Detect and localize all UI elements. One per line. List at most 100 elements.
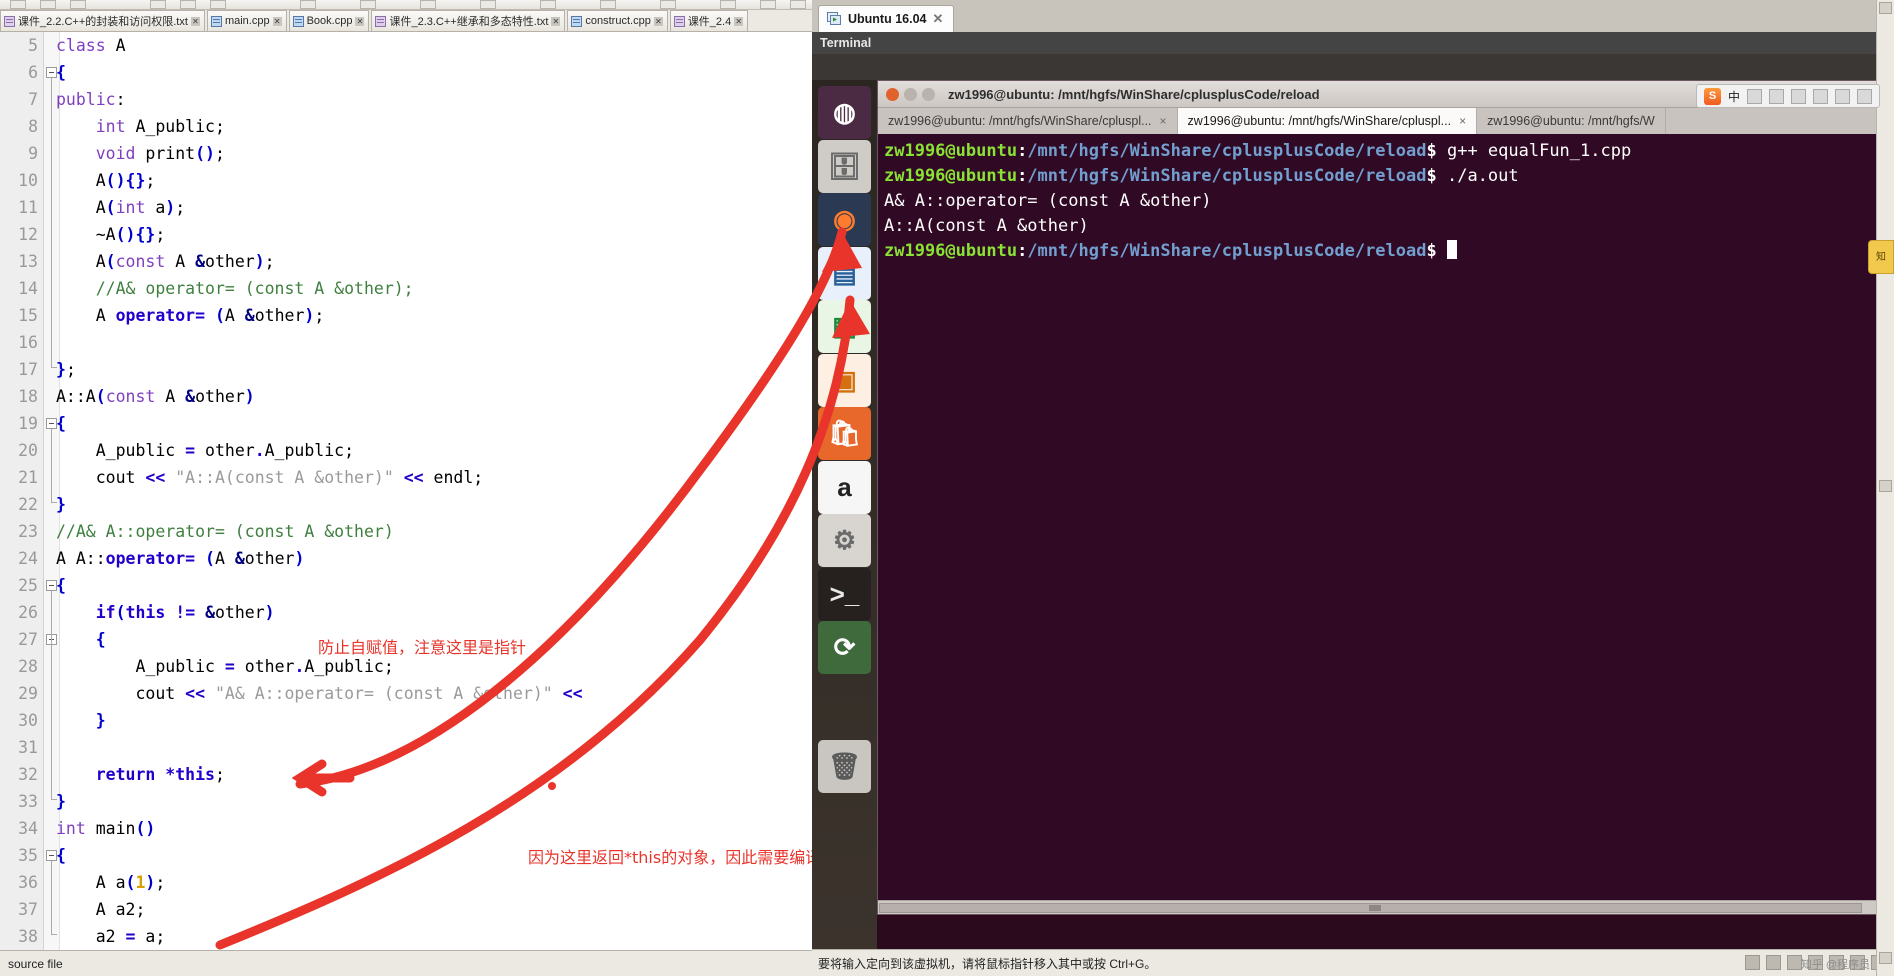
- code-line[interactable]: 37 A a2;: [0, 896, 812, 923]
- code-line[interactable]: 22}: [0, 491, 812, 518]
- hard-disk-icon[interactable]: [1745, 955, 1760, 970]
- editor-tab-bar[interactable]: 课件_2.2.C++的封装和访问权限.txt ✕ main.cpp ✕ Book.cpp…: [0, 10, 812, 32]
- software-updater-icon[interactable]: ⟳: [818, 621, 871, 674]
- code-line[interactable]: 15 A operator= (A &other);: [0, 302, 812, 329]
- code-line[interactable]: 33}: [0, 788, 812, 815]
- editor-tab-3[interactable]: 课件_2.3.C++继承和多态特性.txt ✕: [371, 10, 566, 31]
- ime-mode-label[interactable]: 中: [1728, 88, 1740, 105]
- editor-tab-close-icon[interactable]: ✕: [190, 16, 200, 26]
- toolbar-button-3[interactable]: [150, 0, 166, 9]
- firefox-icon[interactable]: ◉: [818, 193, 871, 246]
- toolbar-button-8[interactable]: [420, 0, 436, 9]
- host-right-scrollbar[interactable]: [1876, 0, 1894, 976]
- terminal-output[interactable]: zw1996@ubuntu:/mnt/hgfs/WinShare/cpluspl…: [878, 134, 1881, 900]
- ime-emoji-icon[interactable]: [1769, 88, 1784, 104]
- toolbar-button-9[interactable]: [480, 0, 496, 9]
- network-icon[interactable]: [1787, 955, 1802, 970]
- trash-icon[interactable]: 🗑: [818, 740, 871, 793]
- ime-settings-icon[interactable]: [1857, 88, 1872, 104]
- code-line[interactable]: 17};: [0, 356, 812, 383]
- toolbar-button-5[interactable]: [210, 0, 226, 9]
- code-text-area[interactable]: 5 class A 6{7 public: 8 int A_public; 9 void …: [0, 32, 812, 950]
- toolbar-button-1[interactable]: [40, 0, 56, 9]
- code-fold-toggle[interactable]: [46, 850, 57, 861]
- code-line[interactable]: 23 //A& A::operator= (const A &other): [0, 518, 812, 545]
- toolbar-button-2[interactable]: [70, 0, 86, 9]
- toolbar-button-11[interactable]: [600, 0, 616, 9]
- ime-tools-icon[interactable]: [1835, 88, 1850, 104]
- scroll-up-button[interactable]: [1879, 2, 1892, 14]
- code-line[interactable]: 18 A::A(const A &other): [0, 383, 812, 410]
- code-line[interactable]: 25 {: [0, 572, 812, 599]
- code-line[interactable]: 32 return *this;: [0, 761, 812, 788]
- editor-toolbar[interactable]: [0, 0, 812, 10]
- editor-tab-4[interactable]: construct.cpp ✕: [567, 10, 668, 31]
- terminal-tab-1[interactable]: zw1996@ubuntu: /mnt/hgfs/WinShare/cplusp…: [1177, 108, 1478, 134]
- cd-drive-icon[interactable]: [1766, 955, 1781, 970]
- vm-tab-close-icon[interactable]: ✕: [933, 11, 944, 27]
- editor-tab-close-icon[interactable]: ✕: [734, 16, 744, 26]
- toolbar-button-13[interactable]: [720, 0, 736, 9]
- code-line[interactable]: 34 int main(): [0, 815, 812, 842]
- editor-tab-5[interactable]: 课件_2.4 ✕: [669, 10, 749, 31]
- libreoffice-impress-icon[interactable]: ▣: [818, 353, 871, 407]
- code-line[interactable]: 8 int A_public;: [0, 113, 812, 140]
- code-line[interactable]: 14 //A& operator= (const A &other);: [0, 275, 812, 302]
- editor-tab-close-icon[interactable]: ✕: [551, 16, 561, 26]
- system-settings-icon[interactable]: ⚙: [818, 514, 871, 567]
- terminal-horizontal-scrollbar[interactable]: [878, 900, 1881, 914]
- code-line[interactable]: 19 {: [0, 410, 812, 437]
- ime-voice-icon[interactable]: [1791, 88, 1806, 104]
- scroll-thumb-right[interactable]: [1879, 480, 1892, 492]
- code-line[interactable]: 21 cout << "A::A(const A &other)" << end…: [0, 464, 812, 491]
- code-line[interactable]: 31: [0, 734, 812, 761]
- toolbar-button-0[interactable]: [10, 0, 26, 9]
- window-close-icon[interactable]: [886, 87, 899, 101]
- toolbar-button-12[interactable]: [660, 0, 676, 9]
- code-line[interactable]: 26 if(this != &other): [0, 599, 812, 626]
- code-line[interactable]: 29 cout << "A& A::operator= (const A &ot…: [0, 680, 812, 707]
- vmware-tab-strip[interactable]: Ubuntu 16.04 ✕: [812, 0, 1894, 32]
- terminal-tab-close-icon[interactable]: ×: [1160, 114, 1167, 128]
- editor-tab-2[interactable]: Book.cpp ✕: [288, 10, 370, 31]
- window-minimize-icon[interactable]: [904, 87, 917, 101]
- ubuntu-top-panel[interactable]: [812, 54, 1894, 80]
- ime-keyboard-icon[interactable]: [1813, 88, 1828, 104]
- code-line[interactable]: 30 }: [0, 707, 812, 734]
- ubuntu-dash-icon[interactable]: ◍: [818, 86, 871, 139]
- amazon-icon[interactable]: a: [818, 460, 871, 514]
- terminal-icon[interactable]: >_: [818, 567, 871, 621]
- toolbar-button-10[interactable]: [540, 0, 556, 9]
- code-line[interactable]: 16: [0, 329, 812, 356]
- sogou-ime-toolbar[interactable]: S 中: [1695, 84, 1880, 108]
- guest-screen[interactable]: S 中 ◍ 🗄 ◉ ▤ ▦ ▣ 🛍 a ⚙ >_ ⟳ 🗑 zw1996@ubuntu: /mnt/hg…: [812, 54, 1894, 949]
- editor-tab-close-icon[interactable]: ✕: [653, 16, 663, 26]
- terminal-tab-bar[interactable]: zw1996@ubuntu: /mnt/hgfs/WinShare/cplusp…: [878, 108, 1881, 134]
- code-line[interactable]: 12 ~A(){};: [0, 221, 812, 248]
- code-fold-toggle[interactable]: [46, 580, 57, 591]
- vmware-menu-bar[interactable]: Terminal: [812, 32, 1894, 54]
- code-line[interactable]: 9 void print();: [0, 140, 812, 167]
- code-line[interactable]: 11 A(int a);: [0, 194, 812, 221]
- code-line[interactable]: 6{: [0, 59, 812, 86]
- vm-tab-ubuntu[interactable]: Ubuntu 16.04 ✕: [818, 5, 955, 32]
- toolbar-button-14[interactable]: [760, 0, 776, 9]
- terminal-tab-close-icon[interactable]: ×: [1459, 114, 1466, 128]
- code-line[interactable]: 5 class A: [0, 32, 812, 59]
- editor-tab-1[interactable]: main.cpp ✕: [206, 10, 287, 31]
- code-line[interactable]: 38 a2 = a;: [0, 923, 812, 950]
- code-fold-toggle[interactable]: [46, 67, 57, 78]
- side-flyout-tab[interactable]: 知: [1868, 240, 1894, 274]
- toolbar-button-4[interactable]: [180, 0, 196, 9]
- code-line[interactable]: 20 A_public = other.A_public;: [0, 437, 812, 464]
- code-line[interactable]: 24 A A::operator= (A &other): [0, 545, 812, 572]
- scroll-down-button[interactable]: [1879, 952, 1892, 964]
- editor-tab-close-icon[interactable]: ✕: [272, 16, 282, 26]
- ubuntu-software-icon[interactable]: 🛍: [818, 407, 871, 460]
- toolbar-button-15[interactable]: [790, 0, 806, 9]
- toolbar-button-6[interactable]: [300, 0, 316, 9]
- terminal-tab-0[interactable]: zw1996@ubuntu: /mnt/hgfs/WinShare/cplusp…: [878, 108, 1178, 134]
- libreoffice-writer-icon[interactable]: ▤: [818, 246, 871, 300]
- editor-tab-0[interactable]: 课件_2.2.C++的封装和访问权限.txt ✕: [0, 10, 205, 31]
- code-fold-toggle[interactable]: [46, 418, 57, 429]
